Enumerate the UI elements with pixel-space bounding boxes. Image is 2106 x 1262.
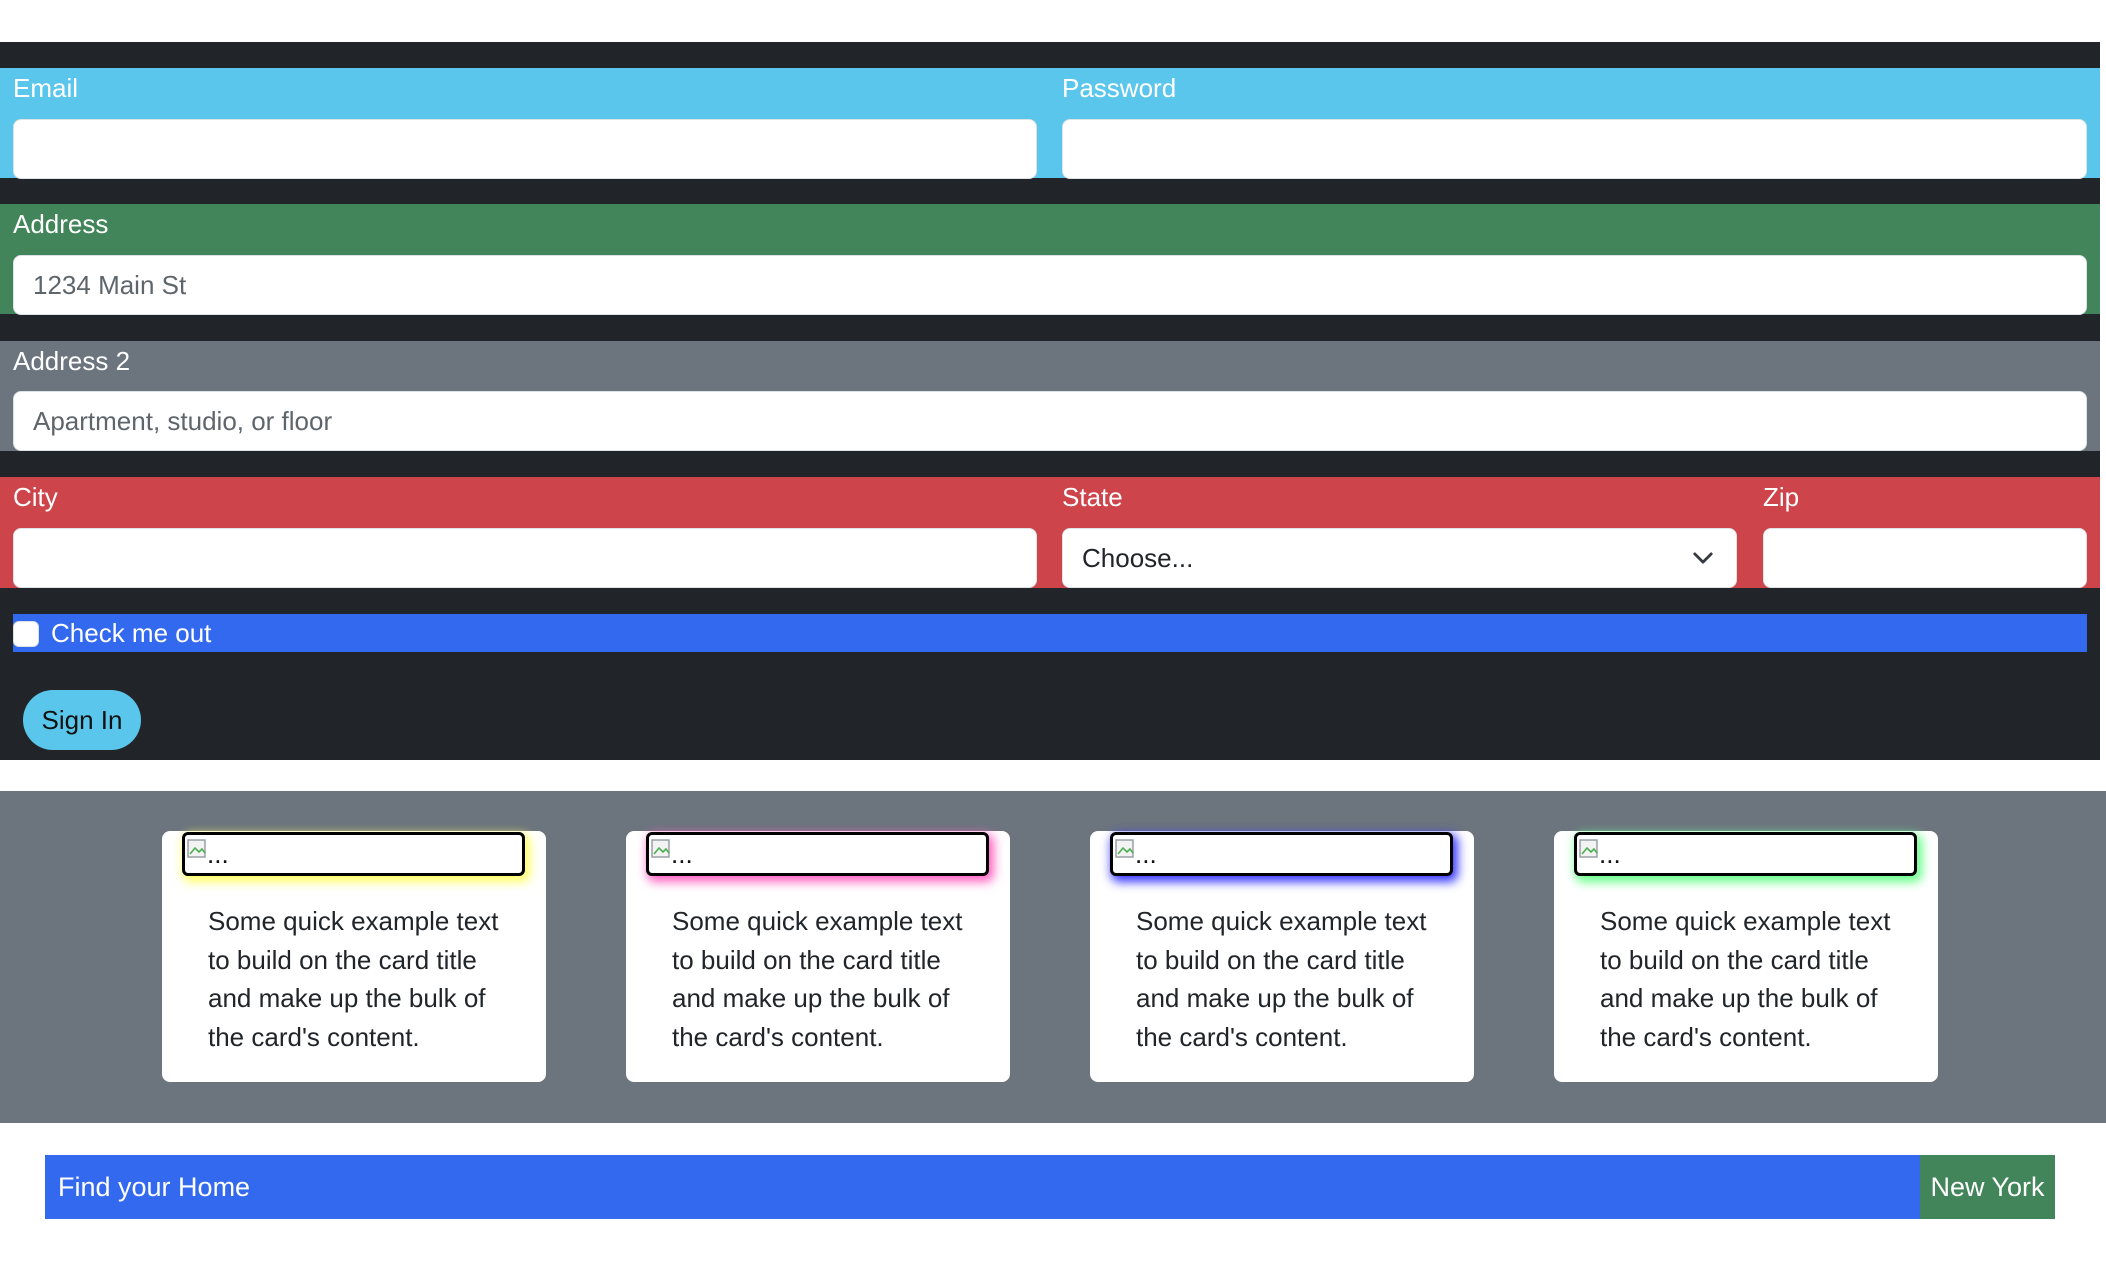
broken-image-icon (1115, 839, 1134, 858)
broken-image-icon (1579, 839, 1598, 858)
password-label: Password (1062, 73, 1177, 103)
card-image: ... (182, 832, 525, 876)
state-label: State (1062, 482, 1123, 512)
state-select[interactable]: Choose... (1062, 528, 1737, 588)
card: ... Some quick example text to build on … (626, 831, 1010, 1082)
card: ... Some quick example text to build on … (1554, 831, 1938, 1082)
card-image: ... (646, 832, 989, 876)
card-text: Some quick example text to build on the … (1600, 906, 1891, 1052)
address2-field[interactable]: Apartment, studio, or floor (13, 391, 2087, 451)
email-field[interactable] (13, 119, 1037, 179)
sign-in-button[interactable]: Sign In (23, 690, 141, 750)
card-image-alt: ... (671, 839, 693, 869)
card-text: Some quick example text to build on the … (672, 906, 963, 1052)
zip-field[interactable] (1763, 528, 2087, 588)
password-field[interactable] (1062, 119, 2087, 179)
city-badge[interactable]: New York (1920, 1155, 2055, 1219)
card-image-alt: ... (1135, 839, 1157, 869)
card: ... Some quick example text to build on … (162, 831, 546, 1082)
card-text: Some quick example text to build on the … (1136, 906, 1427, 1052)
card-text: Some quick example text to build on the … (208, 906, 499, 1052)
card-image-alt: ... (1599, 839, 1621, 869)
address-label: Address (13, 209, 109, 239)
address-field[interactable]: 1234 Main St (13, 255, 2087, 315)
check-me-out-label[interactable]: Check me out (51, 617, 211, 649)
find-home-bar (45, 1155, 1920, 1219)
card-image-alt: ... (207, 839, 229, 869)
check-me-out-checkbox[interactable] (13, 621, 39, 647)
check-row (13, 614, 2087, 652)
city-field[interactable] (13, 528, 1037, 588)
chevron-down-icon (1693, 552, 1713, 564)
find-home-title: Find your Home (58, 1172, 251, 1202)
broken-image-icon (651, 839, 670, 858)
zip-label: Zip (1763, 482, 1800, 512)
card-image: ... (1110, 832, 1453, 876)
state-selected-value: Choose... (1082, 543, 1194, 573)
city-label: City (13, 482, 58, 512)
email-label: Email (13, 73, 79, 103)
card: ... Some quick example text to build on … (1090, 831, 1474, 1082)
card-image: ... (1574, 832, 1917, 876)
broken-image-icon (187, 839, 206, 858)
address2-label: Address 2 (13, 346, 131, 376)
